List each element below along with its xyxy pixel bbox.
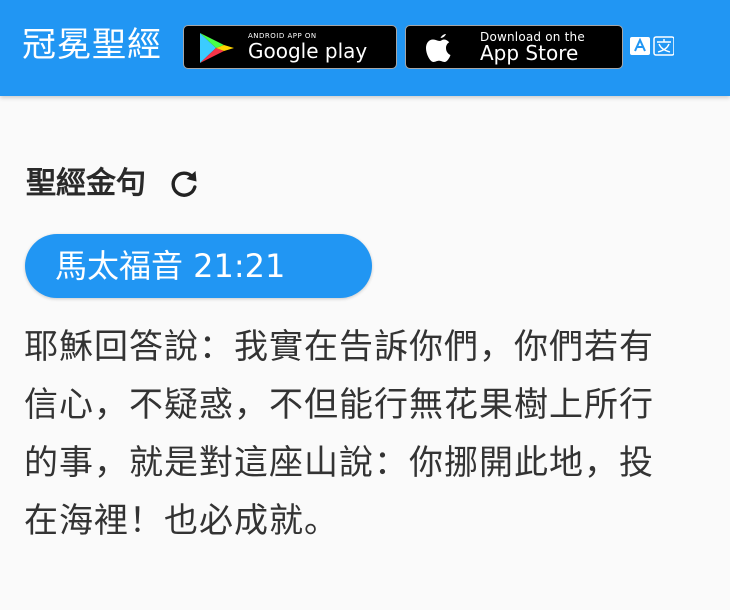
app-bar: 冠冕聖經 ANDROID APP ON Google play Download… bbox=[0, 0, 730, 96]
section-title: 聖經金句 bbox=[26, 166, 146, 201]
google-play-badge[interactable]: ANDROID APP ON Google play bbox=[183, 25, 397, 69]
google-play-big-text: Google play bbox=[248, 39, 368, 63]
section-header: 聖經金句 bbox=[26, 160, 200, 208]
app-store-badge[interactable]: Download on the App Store bbox=[405, 25, 623, 69]
google-play-icon bbox=[200, 33, 234, 63]
refresh-icon[interactable] bbox=[168, 168, 200, 200]
app-title: 冠冕聖經 bbox=[22, 25, 162, 65]
verse-reference-chip[interactable]: 馬太福音 21:21 bbox=[25, 234, 372, 298]
apple-icon bbox=[426, 34, 451, 62]
translate-icon[interactable] bbox=[630, 36, 674, 56]
verse-text: 耶穌回答說：我實在告訴你們，你們若有信心，不疑惑，不但能行無花果樹上所行的事，就… bbox=[24, 327, 654, 541]
app-store-big-text: App Store bbox=[480, 41, 579, 65]
